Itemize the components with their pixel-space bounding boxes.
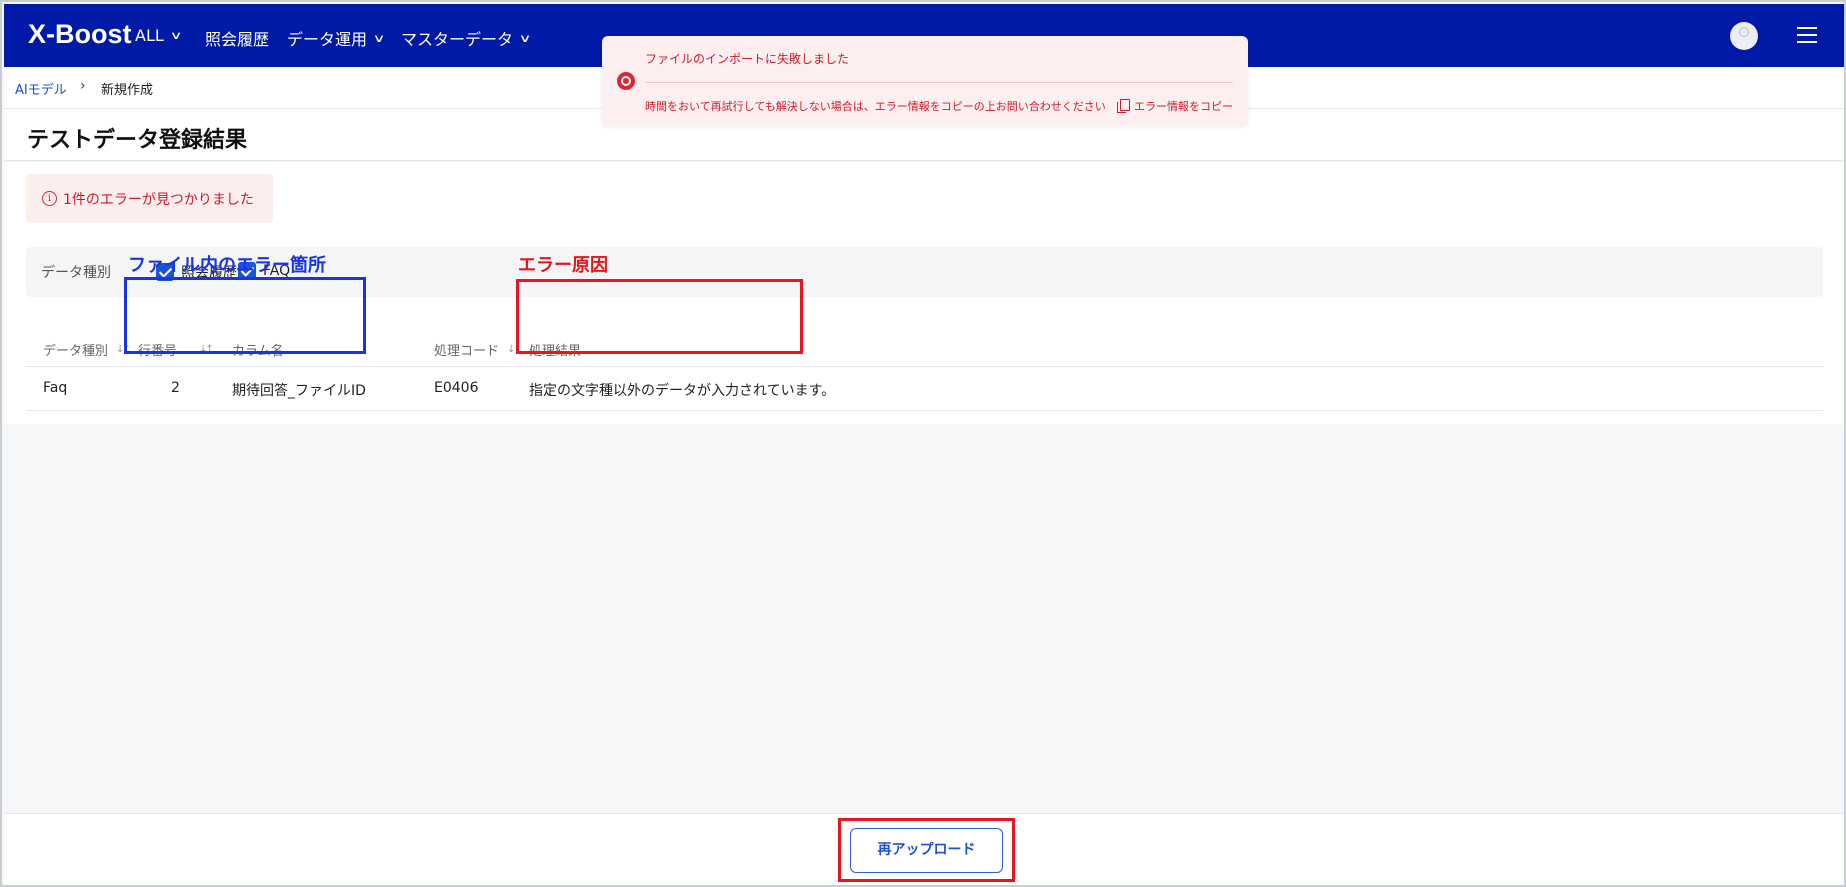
toast-message: 時間をおいて再試行しても解決しない場合は、エラー情報をコピーの上お問い合わせくだ… xyxy=(645,100,1106,113)
error-count-banner: i 1件のエラーが見つかりました xyxy=(26,174,273,223)
sort-icon[interactable]: ↓↑ xyxy=(507,344,522,355)
filter-label: データ種別 xyxy=(41,265,111,281)
sort-icon[interactable]: ↓↑ xyxy=(199,344,214,355)
chevron-down-icon: ∨ xyxy=(372,31,386,45)
breadcrumb-link-ai-model[interactable]: AIモデル xyxy=(15,79,67,98)
toast-title: ファイルのインポートに失敗しました xyxy=(645,52,850,66)
copy-error-info-label: エラー情報をコピー xyxy=(1134,100,1233,113)
column-header-data-type[interactable]: データ種別 ↓↑ xyxy=(43,340,131,359)
column-header-row-number[interactable]: 行番号 ↓↑ xyxy=(138,340,214,359)
column-header-label: 処理結果 xyxy=(529,344,582,359)
user-avatar[interactable] xyxy=(1730,22,1758,50)
column-header-column-name: カラム名 xyxy=(232,340,284,359)
nav-master-data-label: マスターデータ xyxy=(401,30,514,49)
copy-error-info-button[interactable]: エラー情報をコピー xyxy=(1117,98,1233,114)
nav-data-operation[interactable]: データ運用 ∨ xyxy=(287,26,386,50)
cell-data-type: Faq xyxy=(43,380,68,396)
nav-master-data[interactable]: マスターデータ ∨ xyxy=(401,26,532,50)
column-header-label: 行番号 xyxy=(138,344,178,359)
column-header-label: カラム名 xyxy=(232,344,284,359)
user-icon xyxy=(1739,27,1749,37)
error-count-text: 1件のエラーが見つかりました xyxy=(63,192,254,208)
reupload-button[interactable]: 再アップロード xyxy=(850,828,1003,873)
nav-all[interactable]: ALL ∨ xyxy=(135,26,183,45)
column-header-label: 処理コード xyxy=(434,344,500,359)
nav-data-operation-label: データ運用 xyxy=(287,30,368,49)
info-icon: i xyxy=(42,191,57,206)
cell-process-code: E0406 xyxy=(434,380,479,396)
annotation-error-cause: エラー原因 xyxy=(518,255,608,276)
import-error-toast: ファイルのインポートに失敗しました 時間をおいて再試行しても解決しない場合は、エ… xyxy=(602,36,1248,126)
annotation-file-error-location: ファイル内のエラー箇所 xyxy=(128,255,326,276)
nav-all-label: ALL xyxy=(135,26,164,45)
toast-divider xyxy=(645,82,1233,83)
footer-bar: 再アップロード xyxy=(4,813,1844,885)
page-title: テストデータ登録結果 xyxy=(27,128,248,153)
hamburger-menu-icon[interactable] xyxy=(1797,27,1817,43)
breadcrumb-current: 新規作成 xyxy=(101,83,154,98)
cell-process-result: 指定の文字種以外のデータが入力されています。 xyxy=(529,383,836,399)
column-header-process-result: 処理結果 xyxy=(529,340,581,359)
copy-icon xyxy=(1117,99,1130,113)
chevron-down-icon: ∨ xyxy=(169,29,183,42)
column-header-process-code[interactable]: 処理コード ↓↑ xyxy=(434,340,522,359)
column-header-label: データ種別 xyxy=(43,344,109,359)
cell-row-number: 2 xyxy=(171,380,180,396)
table-row: Faq 2 期待回答_ファイルID E0406 指定の文字種以外のデータが入力さ… xyxy=(26,367,1823,411)
nav-inquiry-history-label: 照会履歴 xyxy=(205,30,270,49)
sort-icon[interactable]: ↓↑ xyxy=(116,344,131,355)
error-icon xyxy=(617,72,635,90)
app-logo[interactable]: X-Boost xyxy=(28,19,132,50)
nav-inquiry-history[interactable]: 照会履歴 xyxy=(205,26,269,50)
app-window: X-Boost ALL ∨ 照会履歴 データ運用 ∨ マスターデータ ∨ AIモ… xyxy=(0,0,1846,887)
table-header: データ種別 ↓↑ 行番号 ↓↑ カラム名 処理コード ↓↑ 処理結果 xyxy=(26,325,1823,367)
chevron-down-icon: ∨ xyxy=(518,31,532,45)
cell-column-name: 期待回答_ファイルID xyxy=(232,383,366,399)
chevron-right-icon: › xyxy=(80,78,86,94)
result-panel: i 1件のエラーが見つかりました データ種別 照会履歴 FAQ ファイル内のエラ… xyxy=(4,162,1844,424)
